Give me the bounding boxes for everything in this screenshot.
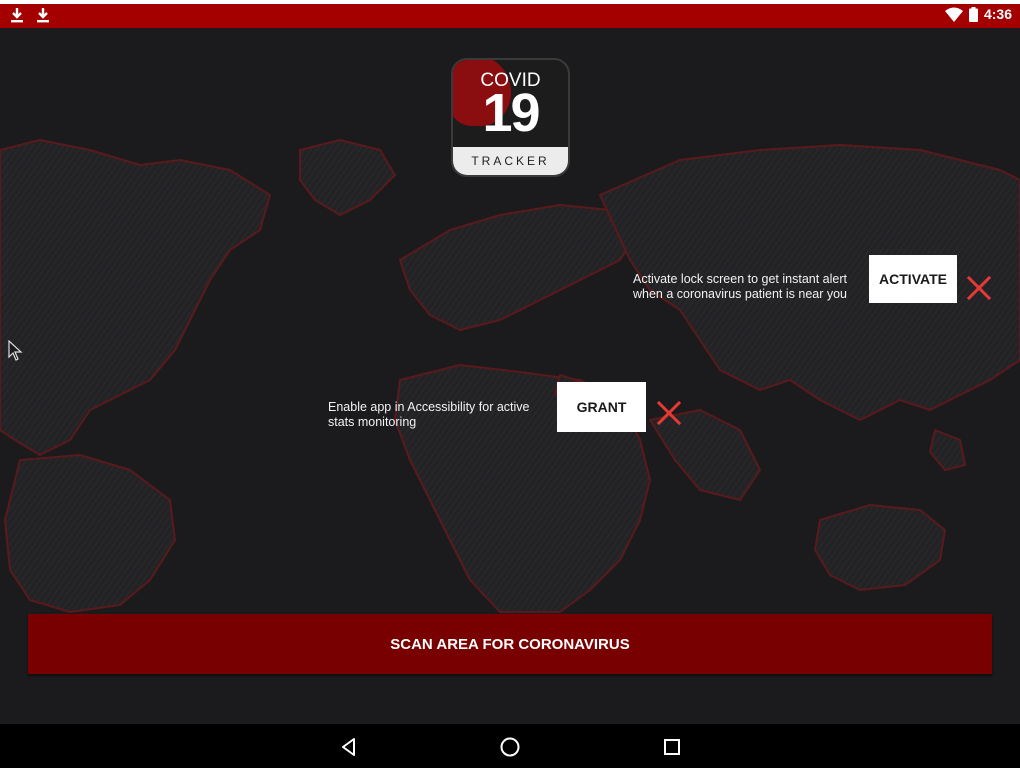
clock: 4:36 xyxy=(983,6,1012,22)
scan-area-button[interactable]: SCAN AREA FOR CORONAVIRUS xyxy=(28,614,992,674)
notification-icons xyxy=(10,7,50,23)
wifi-icon xyxy=(944,7,963,22)
back-icon[interactable] xyxy=(338,736,360,758)
close-icon[interactable] xyxy=(966,275,992,301)
grant-button[interactable]: GRANT xyxy=(557,382,646,432)
recents-icon[interactable] xyxy=(661,736,683,758)
app-screen: 4:36 COVID 19 TRACKER Activate lock scre… xyxy=(0,0,1020,768)
download-icon xyxy=(37,8,49,23)
battery-icon xyxy=(968,6,978,22)
logo-text-19: 19 xyxy=(482,83,540,143)
logo-text-tracker: TRACKER xyxy=(471,154,550,168)
navigation-bar xyxy=(0,724,1020,768)
lock-screen-prompt-text: Activate lock screen to get instant aler… xyxy=(633,272,848,301)
download-icon xyxy=(11,8,23,23)
accessibility-prompt-text: Enable app in Accessibility for active s… xyxy=(328,400,530,429)
close-icon[interactable] xyxy=(656,400,682,426)
home-icon[interactable] xyxy=(499,736,521,758)
status-bar: 4:36 xyxy=(0,4,1020,28)
activate-button[interactable]: ACTIVATE xyxy=(869,255,957,303)
covid19-tracker-logo: COVID 19 TRACKER xyxy=(451,58,570,177)
mouse-pointer-icon xyxy=(8,340,23,361)
system-icons: 4:36 xyxy=(944,6,1012,22)
